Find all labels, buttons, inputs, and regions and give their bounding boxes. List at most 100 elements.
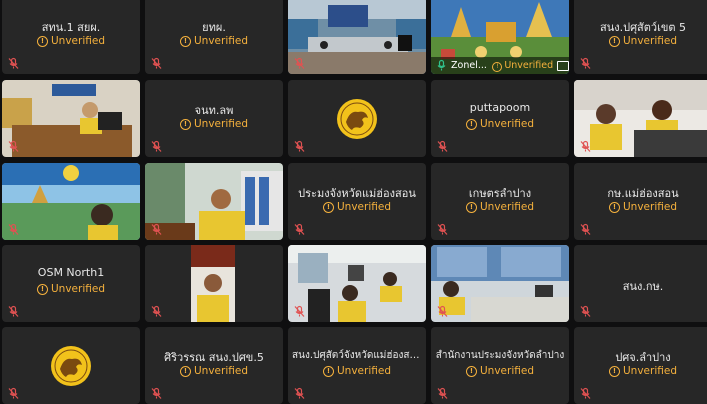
participant-video-tile[interactable] xyxy=(574,80,707,157)
participant-name: puttapoom xyxy=(469,101,531,114)
warning-icon: ! xyxy=(492,61,503,72)
warning-icon: ! xyxy=(180,366,191,377)
unverified-status: ! Unverified xyxy=(2,283,140,295)
participant-name: สทน.1 สยผ. xyxy=(41,21,101,34)
participant-name: ปศจ.ลำปาง xyxy=(615,351,671,364)
unverified-status: ! Unverified xyxy=(288,365,426,377)
screen-share-icon xyxy=(557,60,569,71)
mic-muted-icon xyxy=(7,140,20,153)
mic-muted-icon xyxy=(436,140,449,153)
warning-icon: ! xyxy=(37,284,48,295)
mic-muted-icon xyxy=(579,57,592,70)
participant-name: สนง.ปศุสัตว์จังหวัดแม่ฮ่องสอน xyxy=(292,350,423,361)
participant-tile[interactable]: สนง.ปศุสัตว์จังหวัดแม่ฮ่องสอน ! Unverifie… xyxy=(288,327,426,404)
participant-tile[interactable]: กษ.แม่ฮ่องสอน ! Unverified xyxy=(574,163,707,240)
participant-name: สนง.ปศุสัตว์เขต 5 xyxy=(599,21,687,34)
unverified-status: ! Unverified xyxy=(431,365,569,377)
participant-name: จนท.ลพ xyxy=(194,104,234,117)
organization-logo xyxy=(50,345,92,387)
warning-icon: ! xyxy=(37,36,48,47)
participant-tile[interactable]: ศิริวรรณ สนง.ปศข.5 ! Unverified xyxy=(145,327,283,404)
video-feed-virtual-background xyxy=(2,163,140,240)
organization-logo xyxy=(336,98,378,140)
participant-tile[interactable]: puttapoom ! Unverified xyxy=(431,80,569,157)
participant-tile[interactable]: สนง.กษ. xyxy=(574,245,707,322)
mic-muted-icon xyxy=(150,140,163,153)
warning-icon: ! xyxy=(609,366,620,377)
unverified-status: ! Unverified xyxy=(288,201,426,213)
unverified-status: ! Unverified xyxy=(145,118,283,130)
mic-muted-icon xyxy=(150,57,163,70)
participant-video-tile[interactable] xyxy=(288,245,426,322)
warning-icon: ! xyxy=(466,119,477,130)
mic-muted-icon xyxy=(293,223,306,236)
participant-tile[interactable] xyxy=(288,80,426,157)
video-feed-two-people xyxy=(574,80,707,157)
participant-name: Zonel... xyxy=(451,60,487,71)
participant-video-tile[interactable] xyxy=(2,163,140,240)
mic-muted-icon xyxy=(150,305,163,318)
participant-tile[interactable]: ยทผ. ! Unverified xyxy=(145,0,283,74)
mic-muted-icon xyxy=(150,223,163,236)
participant-tile[interactable]: เกษตรลำปาง ! Unverified xyxy=(431,163,569,240)
participant-tile[interactable]: ปศจ.ลำปาง ! Unverified xyxy=(574,327,707,404)
mic-muted-icon xyxy=(150,387,163,400)
mic-muted-icon xyxy=(579,387,592,400)
warning-icon: ! xyxy=(323,202,334,213)
participant-video-tile[interactable] xyxy=(145,163,283,240)
participant-name: สำนักงานประมงจังหวัดลำปาง xyxy=(435,350,565,361)
mic-muted-icon xyxy=(7,305,20,318)
video-feed-portrait xyxy=(145,245,283,322)
participant-name: ศิริวรรณ สนง.ปศข.5 xyxy=(164,351,264,364)
unverified-status: ! Unverified xyxy=(574,365,707,377)
participant-tile[interactable]: สนง.ปศุสัตว์เขต 5 ! Unverified xyxy=(574,0,707,74)
warning-icon: ! xyxy=(609,36,620,47)
participant-name: กษ.แม่ฮ่องสอน xyxy=(607,187,679,200)
participant-tile[interactable]: สำนักงานประมงจังหวัดลำปาง ! Unverified xyxy=(431,327,569,404)
unverified-status: ! Unverified xyxy=(431,118,569,130)
mic-muted-icon xyxy=(293,140,306,153)
warning-icon: ! xyxy=(323,366,334,377)
unverified-status: ! Unverified xyxy=(145,35,283,47)
participant-video-tile[interactable] xyxy=(2,80,140,157)
participant-tile[interactable] xyxy=(2,327,140,404)
mic-muted-icon xyxy=(579,223,592,236)
participant-name: เกษตรลำปาง xyxy=(468,187,532,200)
mic-muted-icon xyxy=(436,223,449,236)
active-speaker-tile[interactable]: Zonel... ! Unverified xyxy=(431,0,569,74)
unverified-status: ! Unverified xyxy=(492,60,553,72)
mic-muted-icon xyxy=(7,387,20,400)
participant-tile[interactable]: จนท.ลพ ! Unverified xyxy=(145,80,283,157)
warning-icon: ! xyxy=(466,202,477,213)
participant-tile[interactable]: ประมงจังหวัดแม่ฮ่องสอน ! Unverified xyxy=(288,163,426,240)
participant-video-tile[interactable] xyxy=(288,0,426,74)
participant-tile[interactable]: สทน.1 สยผ. ! Unverified xyxy=(2,0,140,74)
unverified-status: ! Unverified xyxy=(145,365,283,377)
warning-icon: ! xyxy=(466,366,477,377)
mic-muted-icon xyxy=(579,305,592,318)
warning-icon: ! xyxy=(609,202,620,213)
unverified-status: ! Unverified xyxy=(431,201,569,213)
mic-muted-icon xyxy=(436,305,449,318)
participant-name: ประมงจังหวัดแม่ฮ่องสอน xyxy=(298,187,416,200)
participant-video-tile[interactable] xyxy=(145,245,283,322)
unverified-status: ! Unverified xyxy=(574,35,707,47)
participant-name: OSM North1 xyxy=(37,266,105,279)
mic-muted-icon xyxy=(7,223,20,236)
mic-muted-icon xyxy=(579,140,592,153)
mic-muted-icon xyxy=(293,57,306,70)
mic-on-icon xyxy=(435,59,448,72)
video-feed-office-desk xyxy=(2,80,140,157)
unverified-status: ! Unverified xyxy=(2,35,140,47)
participant-name: ยทผ. xyxy=(202,21,226,34)
unverified-status: ! Unverified xyxy=(574,201,707,213)
mic-muted-icon xyxy=(293,387,306,400)
video-feed-man-on-phone xyxy=(145,163,283,240)
mic-muted-icon xyxy=(293,305,306,318)
participant-video-tile[interactable] xyxy=(431,245,569,322)
participant-tile[interactable]: OSM North1 ! Unverified xyxy=(2,245,140,322)
participant-label-bar: Zonel... ! Unverified xyxy=(431,57,569,74)
participant-grid: สทน.1 สยผ. ! Unverified ยทผ. ! Unverified xyxy=(0,0,707,404)
video-feed-conference-room xyxy=(431,245,569,322)
video-feed-office-group xyxy=(288,245,426,322)
